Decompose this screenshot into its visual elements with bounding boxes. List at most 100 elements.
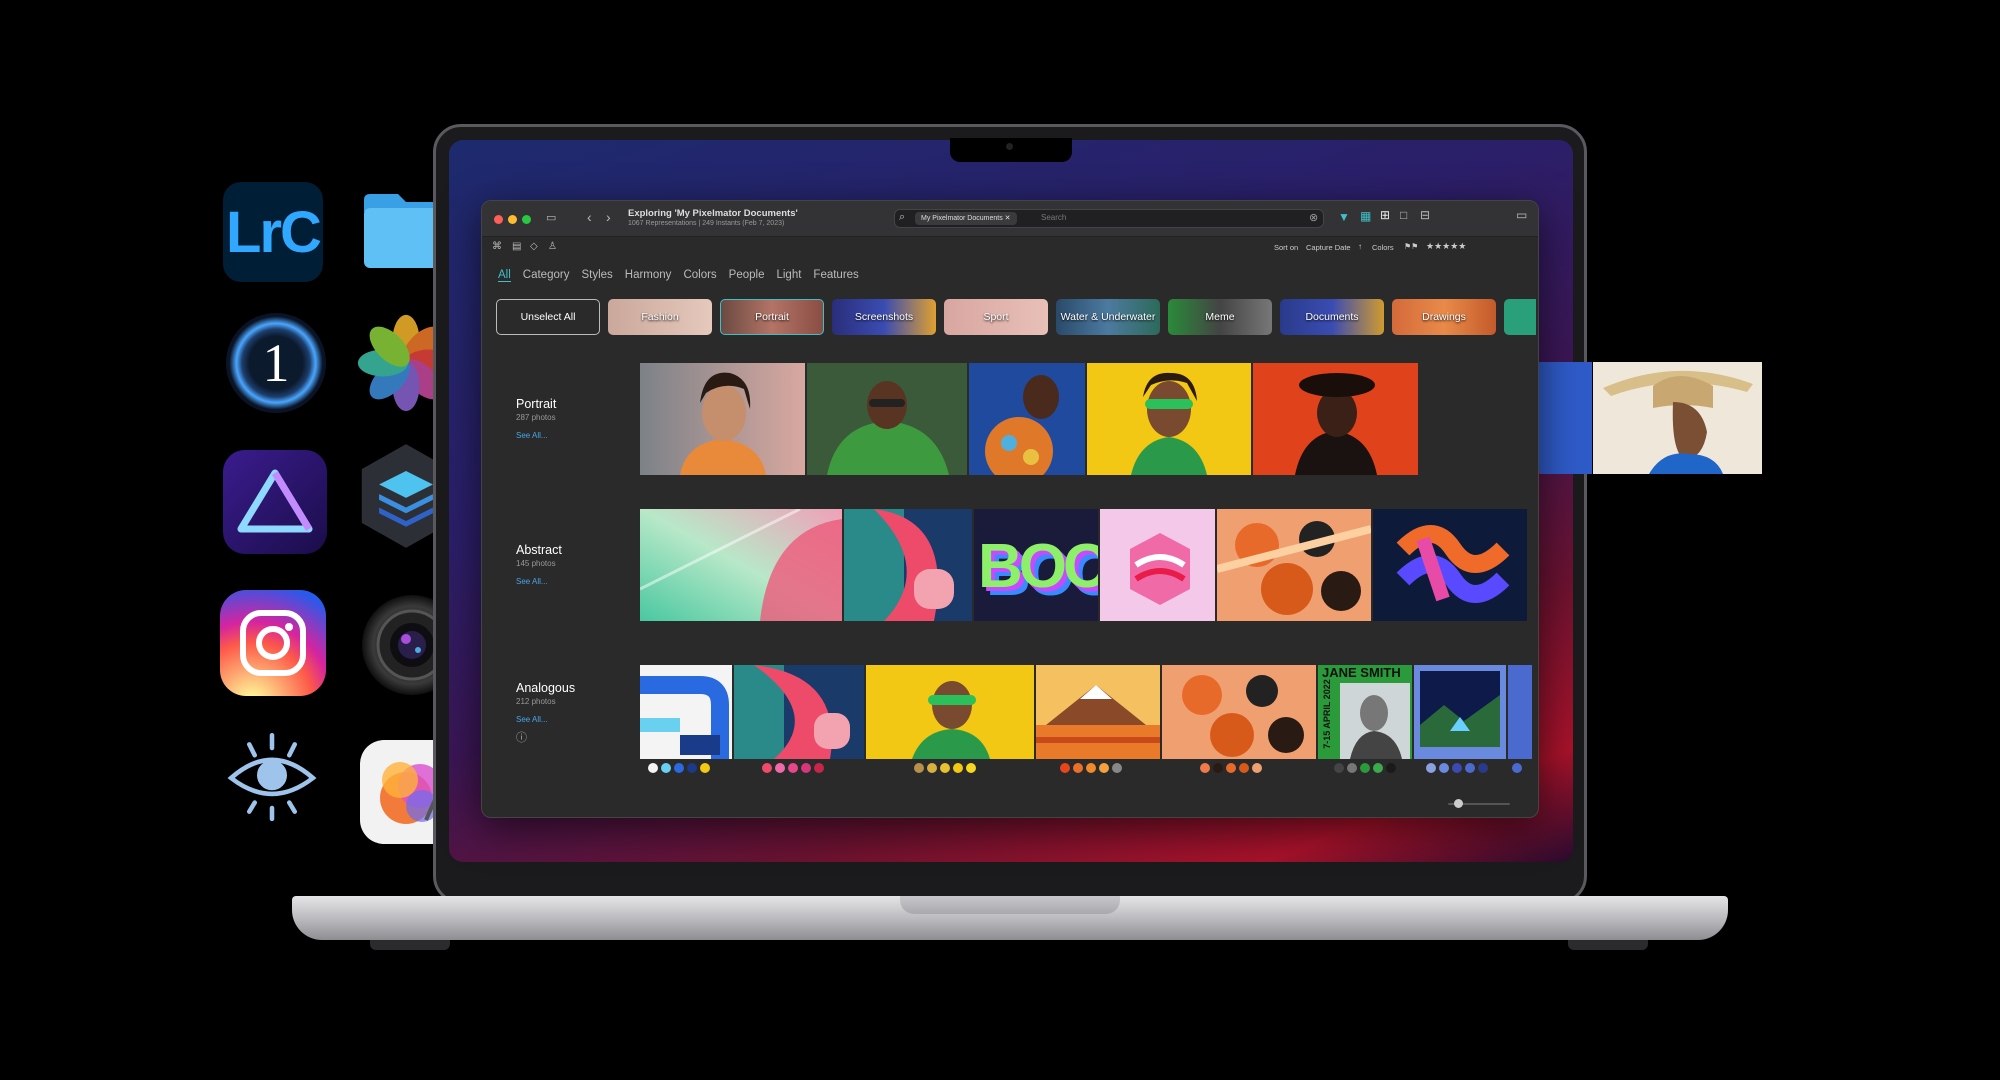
palette-swatches [1060,763,1122,773]
chip-drawings[interactable]: Drawings [1392,299,1496,335]
secondary-toolbar: ⌘ ▤ ◇ ♙ Sort on Capture Date ↑ Colors ⚑⚑… [482,237,1538,259]
poster-date-text: 7-15 APRIL 2022 [1321,679,1332,749]
section-count-abstract: 145 photos [516,559,556,568]
title-bar: ▭ ‹ › Exploring 'My Pixelmator Documents… [482,201,1538,237]
analogous-image-tile[interactable] [1414,665,1506,759]
abstract-image-tile[interactable] [844,509,972,621]
analogous-image-tile[interactable] [1508,665,1532,759]
tab-people[interactable]: People [729,269,765,282]
window-subtitle: 1067 Representations | 249 Instants (Feb… [628,220,785,227]
abstract-image-tile[interactable] [640,509,842,621]
rating-filter[interactable]: ★★★★★ [1426,241,1466,252]
search-placeholder: Search [1041,213,1067,222]
lightroom-classic-icon[interactable]: LrC [223,182,323,282]
abstract-image-tile[interactable] [1100,509,1215,621]
see-all-portrait-link[interactable]: See All... [516,431,548,440]
laptop-foot-left [370,940,450,950]
app-window: ▭ ‹ › Exploring 'My Pixelmator Documents… [481,200,1539,818]
chip-screenshots[interactable]: Screenshots [832,299,936,335]
tab-all[interactable]: All [498,269,511,282]
analogous-image-tile[interactable] [1036,665,1160,759]
boo-text: BOO [978,532,1098,601]
filter-icon[interactable]: ▼ [1338,210,1350,224]
analogous-image-tile[interactable] [866,665,1034,759]
portrait-photo-tile[interactable] [640,363,805,475]
palette-swatches [1426,763,1488,773]
laptop-foot-right [1568,940,1648,950]
palette-swatches [1200,763,1262,773]
chip-sport[interactable]: Sport [944,299,1048,335]
see-all-abstract-link[interactable]: See All... [516,577,548,586]
inspector-toggle-icon[interactable]: ▭ [1516,208,1527,222]
sidebar-toggle-icon[interactable]: ▭ [546,211,556,224]
palette-swatches [762,763,824,773]
search-field[interactable]: ⌕ My Pixelmator Documents ✕ Search ⊗ [894,209,1324,228]
analogous-image-tile[interactable] [640,665,732,759]
tab-category[interactable]: Category [523,269,570,282]
section-title-portrait: Portrait [516,397,557,411]
instagram-icon[interactable] [220,590,326,696]
analogous-image-tile[interactable] [1162,665,1316,759]
portrait-photo-tile[interactable] [1253,363,1418,475]
large-grid-view-icon[interactable]: ⊞ [1380,208,1390,222]
section-count-analogous: 212 photos [516,697,556,706]
palette-swatches [1512,763,1522,773]
close-window-button[interactable] [494,215,503,224]
see-all-analogous-link[interactable]: See All... [516,715,548,724]
tag-icon[interactable]: ◇ [530,241,538,252]
single-view-icon[interactable]: □ [1400,208,1407,222]
luminar-icon[interactable] [223,450,327,554]
sort-direction-icon[interactable]: ↑ [1358,242,1362,251]
portrait-photo-tile[interactable] [969,363,1085,475]
chip-fashion[interactable]: Fashion [608,299,712,335]
portrait-photo-tile-hat[interactable] [1593,362,1762,474]
poster-name-text: JANE SMITH [1322,665,1401,680]
palette-swatches [1334,763,1396,773]
abstract-image-tile[interactable] [1217,509,1371,621]
flag-filter-icon[interactable]: ⚑⚑ [1404,242,1418,251]
back-chevron-icon[interactable]: ‹ [587,209,592,225]
tab-styles[interactable]: Styles [581,269,612,282]
hierarchy-icon[interactable]: ⌘ [492,241,502,252]
chip-portrait[interactable]: Portrait [720,299,824,335]
abstract-image-tile[interactable] [1373,509,1527,621]
camera-notch [950,138,1072,162]
chip-documents[interactable]: Documents [1280,299,1384,335]
abstract-image-tile-boo[interactable]: BOO [974,509,1098,621]
tab-colors[interactable]: Colors [683,269,716,282]
info-icon[interactable]: ⓘ [516,729,527,745]
capture-one-label: 1 [262,333,290,393]
clear-search-icon[interactable]: ⊗ [1309,211,1318,224]
person-icon[interactable]: ♙ [548,241,557,252]
section-title-abstract: Abstract [516,543,562,557]
category-chips: Fashion Portrait Screenshots Sport Water… [496,299,1536,335]
zoom-window-button[interactable] [522,215,531,224]
laptop-opening-notch [900,896,1120,914]
tab-light[interactable]: Light [776,269,801,282]
small-grid-view-icon[interactable]: ▦ [1360,209,1371,223]
chip-water-underwater[interactable]: Water & Underwater [1056,299,1160,335]
section-title-analogous: Analogous [516,681,576,695]
analogous-image-tile[interactable] [734,665,864,759]
calendar-icon[interactable]: ▤ [512,241,521,252]
colors-dropdown[interactable]: Colors [1372,243,1394,252]
tab-harmony[interactable]: Harmony [625,269,672,282]
sort-value-dropdown[interactable]: Capture Date [1306,243,1351,252]
palette-swatches [648,763,710,773]
slider-knob[interactable] [1454,799,1463,808]
tab-features[interactable]: Features [813,269,858,282]
sort-label: Sort on [1274,243,1299,252]
capture-one-icon[interactable]: 1 [226,313,326,413]
forward-chevron-icon[interactable]: › [606,209,611,225]
chip-more[interactable] [1504,299,1536,335]
portrait-photo-tile[interactable] [1087,363,1251,475]
chip-meme[interactable]: Meme [1168,299,1272,335]
portrait-photo-tile[interactable] [807,363,967,475]
analogous-poster-tile[interactable]: JANE SMITH 7-15 APRIL 2022 [1318,665,1412,759]
eye-app-icon[interactable] [222,728,322,828]
search-token-label: My Pixelmator Documents [921,215,1003,222]
minimize-window-button[interactable] [508,215,517,224]
search-token[interactable]: My Pixelmator Documents ✕ [915,212,1017,225]
map-view-icon[interactable]: ⊟ [1420,208,1430,222]
window-title: Exploring 'My Pixelmator Documents' [628,208,798,219]
